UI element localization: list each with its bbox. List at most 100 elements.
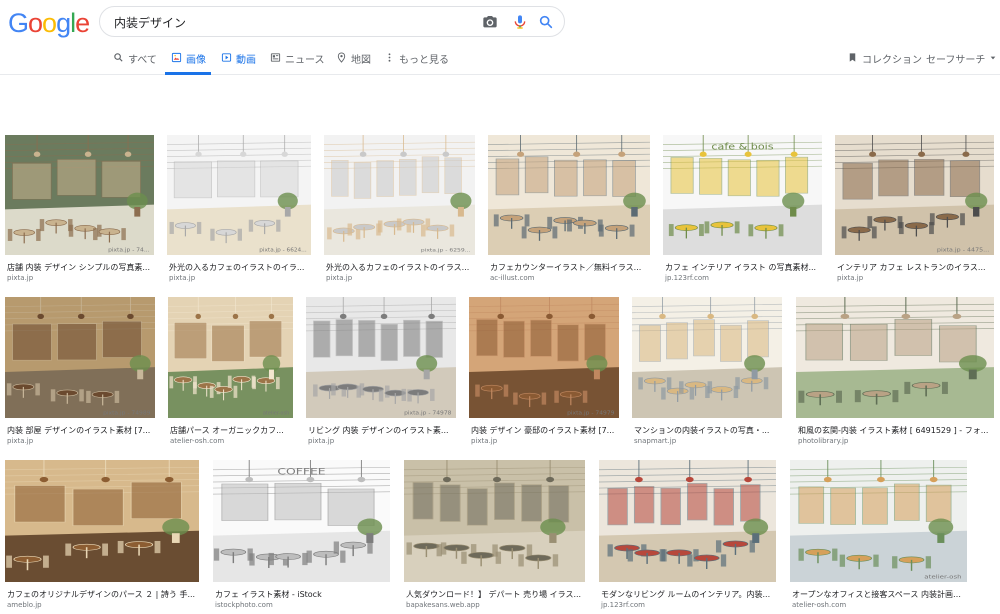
result-thumbnail[interactable] — [488, 135, 650, 255]
result-title[interactable]: 内装 デザイン 豪邸のイラスト素材 [7... — [471, 425, 619, 436]
result-title[interactable]: モダンなリビング ルームのインテリア。内装... — [601, 589, 776, 600]
tab-maps[interactable]: 地図 — [336, 48, 371, 75]
result-thumbnail[interactable] — [404, 460, 585, 582]
search-icon[interactable] — [538, 14, 554, 30]
result-thumbnail[interactable]: pixta.jp - 74... — [5, 135, 154, 255]
result-source[interactable]: pixta.jp — [169, 274, 195, 282]
result-thumbnail[interactable]: COFFEE — [213, 460, 390, 582]
tab-videos[interactable]: 動画 — [221, 48, 256, 75]
safesearch-dropdown[interactable]: セーフサーチ — [926, 48, 997, 75]
result-title[interactable]: 内装 部屋 デザインのイラスト素材 [7... — [7, 425, 155, 436]
result-source[interactable]: jp.123rf.com — [601, 601, 645, 609]
image-result[interactable]: atelier-osh オープンなオフィスと接客スペース 内装計画イラス... at… — [790, 460, 967, 612]
result-source[interactable]: bapakesans.web.app — [406, 601, 480, 609]
search-box[interactable] — [99, 6, 565, 37]
map-pin-icon — [337, 52, 346, 63]
result-thumbnail[interactable] — [796, 297, 994, 418]
result-title[interactable]: 外光の入るカフェのイラストのイラ... — [169, 262, 311, 273]
interior-illustration: pixta.jp - 74978 — [306, 297, 456, 418]
interior-illustration: pixta.jp - 6259... — [324, 135, 475, 255]
tab-more[interactable]: もっと見る — [384, 48, 449, 75]
result-thumbnail[interactable]: pixta.jp - 6259... — [324, 135, 475, 255]
result-source[interactable]: istockphoto.com — [215, 601, 273, 609]
result-title[interactable]: 人気ダウンロード！】 デパート 売り場 イラス... — [406, 589, 585, 600]
image-result[interactable]: pixta.jp - 6624... 外光の入るカフェのイラストのイラ... pix… — [167, 135, 311, 285]
result-source[interactable]: pixta.jp — [7, 274, 33, 282]
image-result[interactable]: pixta.jp - 74978 リビング 内装 デザインのイラスト素... pix… — [306, 297, 456, 448]
result-source[interactable]: pixta.jp — [837, 274, 863, 282]
thumbnail-watermark: pixta.jp - 74989 — [103, 411, 151, 416]
tab-label: ニュース — [285, 55, 325, 66]
tab-label: 画像 — [186, 55, 206, 66]
image-result[interactable]: COFFEE カフェ イラスト素材 - iStock istockphoto.com — [213, 460, 390, 612]
image-result[interactable]: 人気ダウンロード！】 デパート 売り場 イラス... bapakesans.web… — [404, 460, 585, 612]
tab-label: すべて — [128, 55, 157, 66]
result-title[interactable]: マンションの内装イラストの写真・... — [634, 425, 782, 436]
result-title[interactable]: インテリア カフェ レストランのイラス... — [837, 262, 994, 273]
image-result[interactable]: pixta.jp - 74979 内装 デザイン 豪邸のイラスト素材 [7... p… — [469, 297, 619, 448]
image-result[interactable]: カフェカウンターイラスト／無料イラス... ac-illust.com — [488, 135, 650, 285]
result-title[interactable]: 和風の玄関-内装 イラスト素材 [ 6491529 ] - フォ... — [798, 425, 994, 436]
image-result[interactable]: cafe & bois カフェ インテリア イラスト の写真素材... jp.123… — [663, 135, 822, 285]
result-source[interactable]: atelier-osh.com — [170, 437, 224, 445]
image-result[interactable]: pixta.jp - 74989 内装 部屋 デザインのイラスト素材 [7... p… — [5, 297, 155, 448]
result-thumbnail[interactable]: atelier-osh — [168, 297, 293, 418]
tab-news[interactable]: ニュース — [270, 48, 325, 75]
image-result[interactable]: atelier-osh 店舗パース オーガニックカフ... atelier-osh.… — [168, 297, 293, 448]
result-thumbnail[interactable] — [5, 460, 199, 582]
result-source[interactable]: pixta.jp — [326, 274, 352, 282]
result-thumbnail[interactable]: pixta.jp - 74978 — [306, 297, 456, 418]
result-title[interactable]: カフェのオリジナルデザインのパース ２ | 詩う 手... — [7, 589, 199, 600]
result-source[interactable]: ac-illust.com — [490, 274, 535, 282]
tab-images[interactable]: 画像 — [165, 48, 211, 75]
camera-icon[interactable] — [482, 14, 498, 30]
result-title[interactable]: オープンなオフィスと接客スペース 内装計画イラス... — [792, 589, 967, 600]
image-result[interactable]: マンションの内装イラストの写真・... snapmart.jp — [632, 297, 782, 448]
header: Google すべて 画像 動画 ニュース 地図 もっと見る — [0, 0, 1000, 75]
result-title[interactable]: カフェ イラスト素材 - iStock — [215, 589, 390, 600]
collections-link[interactable]: コレクション — [847, 48, 922, 75]
result-title[interactable]: 店舗パース オーガニックカフ... — [170, 425, 293, 436]
result-source[interactable]: jp.123rf.com — [665, 274, 709, 282]
image-result[interactable]: モダンなリビング ルームのインテリア。内装... jp.123rf.com — [599, 460, 776, 612]
result-thumbnail[interactable]: atelier-osh — [790, 460, 967, 582]
result-title[interactable]: 外光の入るカフェのイラストのイラス... — [326, 262, 475, 273]
result-title[interactable]: リビング 内装 デザインのイラスト素... — [308, 425, 456, 436]
result-thumbnail[interactable]: pixta.jp - 74989 — [5, 297, 155, 418]
image-result[interactable]: カフェのオリジナルデザインのパース ２ | 詩う 手... ameblo.jp — [5, 460, 199, 612]
interior-illustration: atelier-osh — [168, 297, 293, 418]
result-title[interactable]: 店舗 内装 デザイン シンプルの写真素... — [7, 262, 154, 273]
image-result[interactable]: pixta.jp - 74... 店舗 内装 デザイン シンプルの写真素... pi… — [5, 135, 154, 285]
image-result[interactable]: 和風の玄関-内装 イラスト素材 [ 6491529 ] - フォ... photo… — [796, 297, 994, 448]
image-result[interactable]: pixta.jp - 6259... 外光の入るカフェのイラストのイラス... pi… — [324, 135, 475, 285]
logo-letter: o — [28, 8, 43, 38]
interior-illustration: pixta.jp - 74979 — [469, 297, 619, 418]
result-thumbnail[interactable] — [599, 460, 776, 582]
bookmark-icon — [849, 53, 856, 62]
result-thumbnail[interactable] — [632, 297, 782, 418]
interior-illustration — [5, 460, 199, 582]
result-source[interactable]: snapmart.jp — [634, 437, 676, 445]
microphone-icon[interactable] — [512, 14, 528, 30]
result-source[interactable]: pixta.jp — [7, 437, 33, 445]
result-thumbnail[interactable]: pixta.jp - 74979 — [469, 297, 619, 418]
result-thumbnail[interactable]: pixta.jp - 6624... — [167, 135, 311, 255]
result-thumbnail[interactable]: cafe & bois — [663, 135, 822, 255]
image-result[interactable]: pixta.jp - 4475... インテリア カフェ レストランのイラス...… — [835, 135, 994, 285]
search-input[interactable] — [114, 12, 474, 32]
result-source[interactable]: photolibrary.jp — [798, 437, 848, 445]
result-source[interactable]: ameblo.jp — [7, 601, 42, 609]
result-title[interactable]: カフェカウンターイラスト／無料イラス... — [490, 262, 650, 273]
interior-illustration: atelier-osh — [790, 460, 967, 582]
result-source[interactable]: pixta.jp — [308, 437, 334, 445]
google-logo[interactable]: Google — [8, 8, 90, 39]
interior-illustration: COFFEE — [213, 460, 390, 582]
result-thumbnail[interactable]: pixta.jp - 4475... — [835, 135, 994, 255]
thumbnail-watermark: pixta.jp - 74979 — [567, 411, 615, 416]
result-title[interactable]: カフェ インテリア イラスト の写真素材... — [665, 262, 822, 273]
result-source[interactable]: atelier-osh.com — [792, 601, 846, 609]
interior-illustration: pixta.jp - 74... — [5, 135, 154, 255]
interior-illustration: pixta.jp - 6624... — [167, 135, 311, 255]
tab-all[interactable]: すべて — [113, 48, 157, 75]
result-source[interactable]: pixta.jp — [471, 437, 497, 445]
